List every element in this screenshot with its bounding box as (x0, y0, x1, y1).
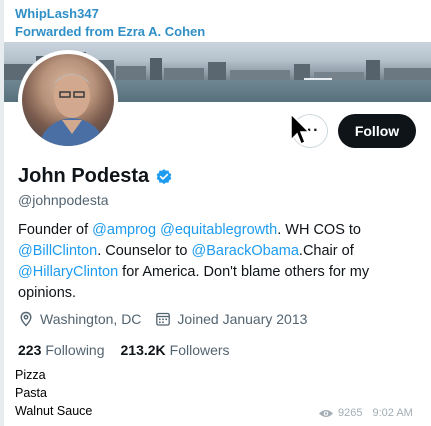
followers-count: 213.2K (120, 342, 166, 358)
telegram-message: WhipLash347 Forwarded from Ezra A. Cohen (0, 0, 431, 426)
followers-stat[interactable]: 213.2K Followers (121, 342, 230, 358)
message-footer: 9265 9:02 AM (318, 407, 413, 419)
bio-text: Founder of (18, 222, 93, 238)
eye-icon (319, 409, 333, 417)
profile-name-text: John Podesta (18, 165, 150, 187)
followers-label: Followers (169, 342, 230, 358)
mention-link[interactable]: @equitablegrowth (160, 222, 277, 238)
sender-name[interactable]: WhipLash347 (15, 6, 99, 21)
profile-meta: Washington, DC Joined January 2013 (18, 311, 321, 327)
mention-link[interactable]: @BarackObama (192, 243, 299, 259)
profile-handle: @johnpodesta (18, 192, 109, 208)
mention-link[interactable]: @BillClinton (18, 243, 97, 259)
caption-line: Pasta (15, 386, 47, 400)
follow-stats: 223 Following 213.2K Followers (18, 342, 230, 358)
message-time: 9:02 AM (372, 407, 413, 419)
profile-name: John Podesta (18, 165, 173, 188)
calendar-icon (156, 312, 171, 326)
location-pin-icon (20, 311, 32, 327)
joined-item: Joined January 2013 (155, 311, 307, 327)
location-item: Washington, DC (18, 311, 141, 327)
caption-line: Walnut Sauce (15, 404, 93, 418)
following-stat[interactable]: 223 Following (18, 342, 105, 358)
forwarded-from-label[interactable]: Forwarded from Ezra A. Cohen (15, 24, 205, 39)
mouse-cursor-icon (290, 112, 311, 146)
mention-link[interactable]: @HillaryClinton (18, 264, 118, 280)
profile-avatar[interactable] (18, 50, 118, 150)
caption-line: Pizza (15, 368, 46, 382)
location-text: Washington, DC (40, 311, 142, 327)
follow-button[interactable]: Follow (338, 114, 416, 148)
message-caption: Pizza Pasta Walnut Sauce (15, 366, 92, 420)
following-count: 223 (18, 342, 42, 358)
joined-text: Joined January 2013 (177, 311, 308, 327)
bio-text: . WH COS to (277, 222, 361, 238)
bio-text: . Counselor to (97, 243, 192, 259)
view-count: 9265 (338, 407, 363, 419)
bio-text: .Chair of (298, 243, 354, 259)
avatar-portrait-graphic (37, 74, 107, 146)
verified-badge-icon[interactable] (155, 168, 173, 186)
mention-link[interactable]: @amprog (92, 222, 156, 238)
profile-bio: Founder of @amprog @equitablegrowth. WH … (18, 220, 418, 304)
following-label: Following (45, 342, 105, 358)
